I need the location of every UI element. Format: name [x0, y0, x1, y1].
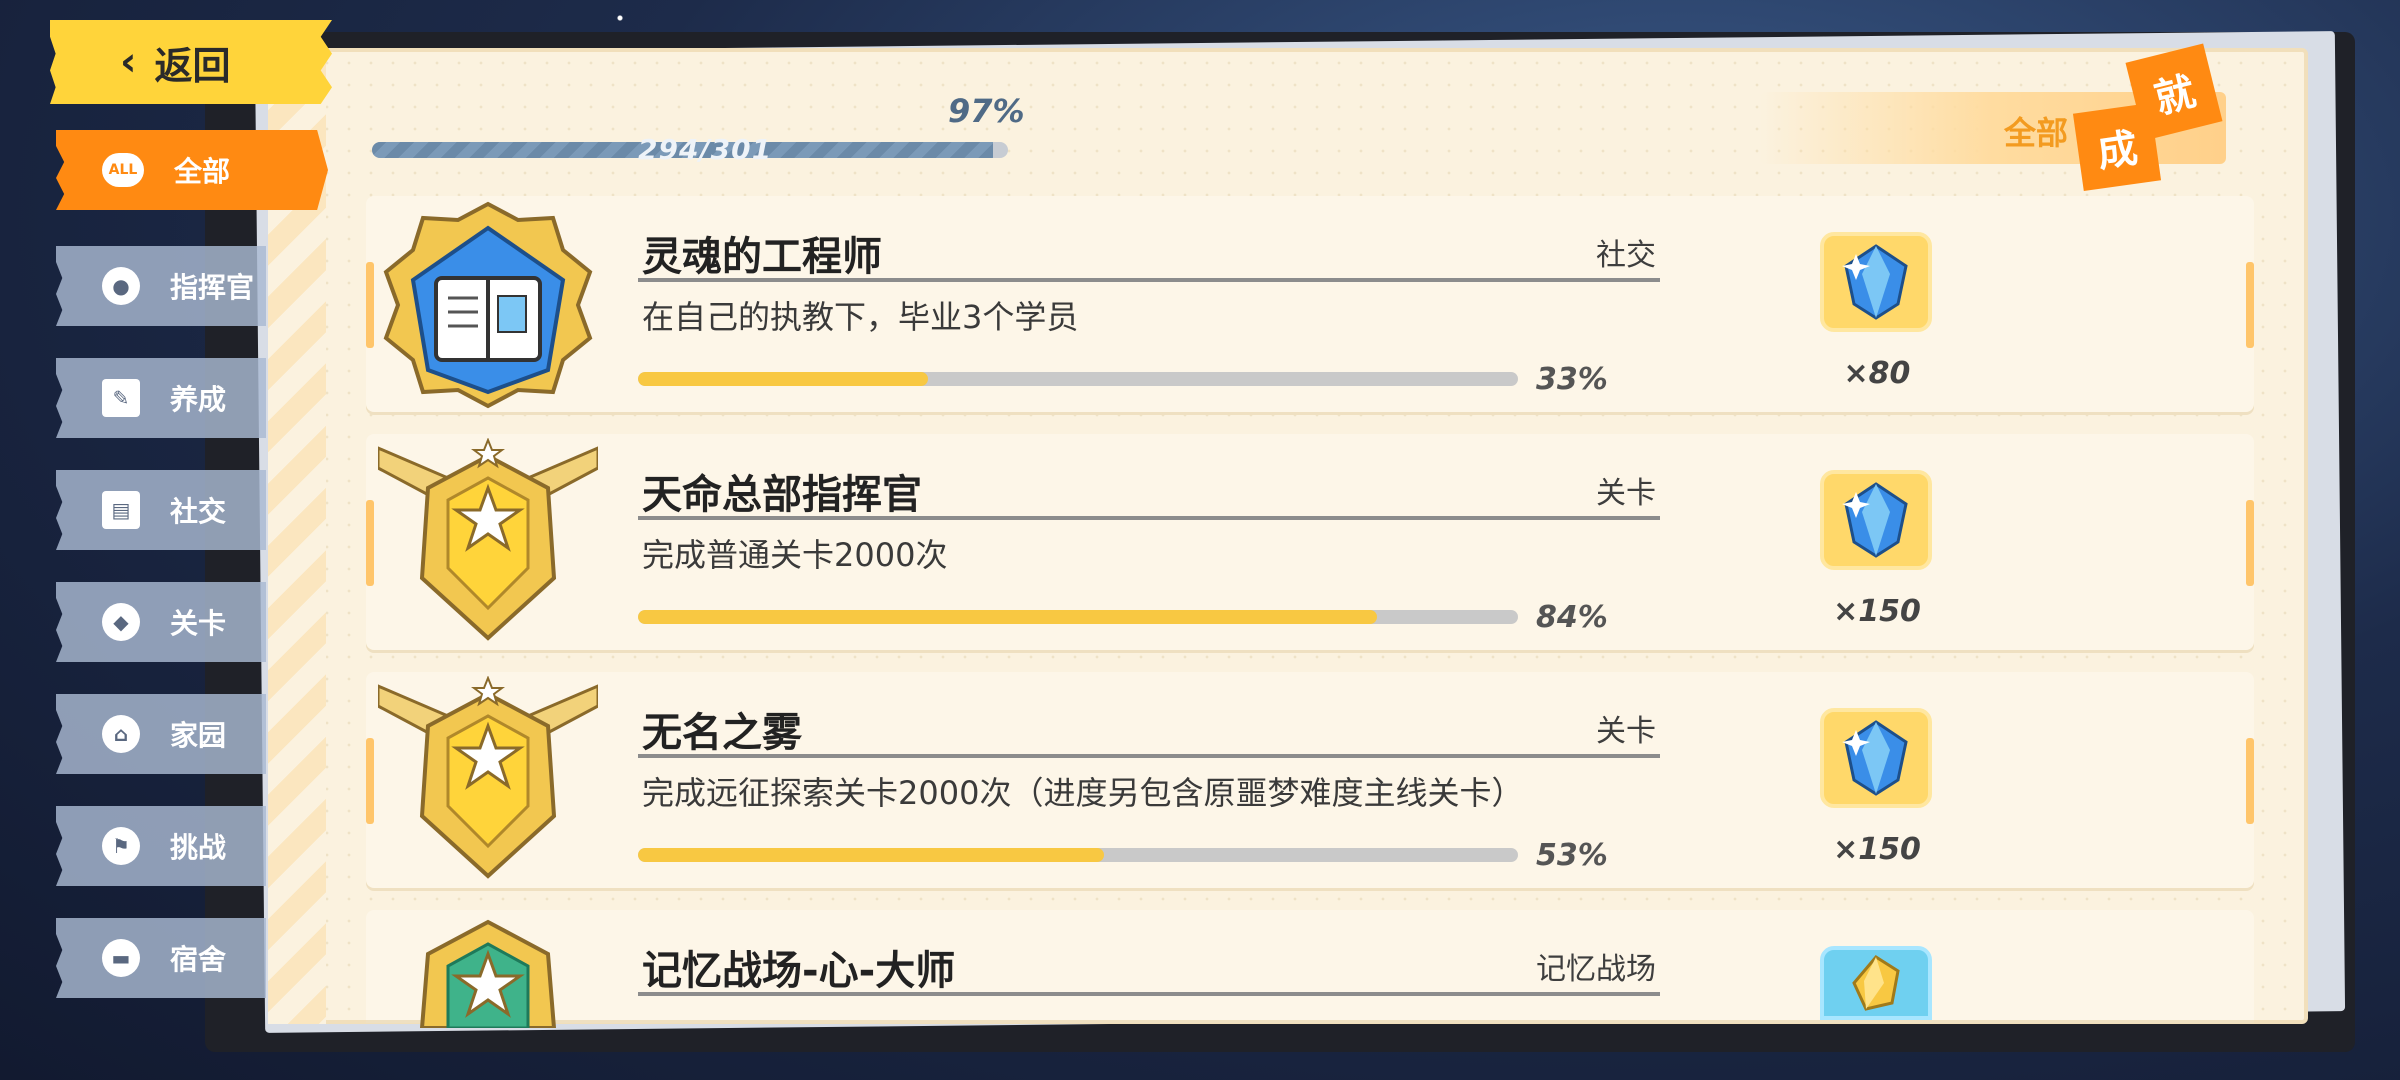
achievement-progress-percent: 53% — [1536, 838, 1608, 873]
card-tab-left — [366, 738, 374, 824]
achievement-description: 完成普通关卡2000次 — [642, 536, 948, 574]
reward-count: ×80 — [1843, 356, 1911, 391]
achievement-progress-percent: 33% — [1536, 362, 1608, 397]
achievement-category: 社交 — [1596, 238, 1656, 273]
sidebar-item-label: 挑战 — [170, 831, 227, 864]
achievement-description: 在自己的执教下，毕业3个学员 — [642, 298, 1079, 336]
achievement-category: 关卡 — [1596, 476, 1656, 511]
achievement-title: 灵魂的工程师 — [642, 234, 882, 280]
card-tab-right — [2246, 738, 2254, 824]
sidebar-item-label: 家园 — [170, 719, 227, 752]
green-star-medal-icon — [419, 919, 557, 1028]
achievement-card[interactable]: 无名之雾 关卡 完成远征探索关卡2000次（进度另包含原噩梦难度主线关卡） 53… — [366, 672, 2254, 888]
overall-progress-count: 294/301 — [638, 133, 773, 166]
achievement-description: 完成远征探索关卡2000次（进度另包含原噩梦难度主线关卡） — [642, 774, 1524, 812]
back-button-label: 返回 — [154, 43, 231, 88]
user-icon: ● — [102, 267, 140, 305]
sidebar-item-stage[interactable]: ◆ 关卡 — [56, 582, 266, 662]
card-icon: ✎ — [102, 379, 140, 417]
achievement-progress-bar — [638, 372, 1518, 386]
id-card-icon: ▤ — [102, 491, 140, 529]
sidebar-item-label: 关卡 — [170, 607, 227, 640]
reward-slot[interactable] — [1820, 946, 1932, 1020]
all-icon: ALL — [102, 153, 144, 187]
sidebar-item-challenge[interactable]: ⚑ 挑战 — [56, 806, 266, 886]
sidebar-item-training[interactable]: ✎ 养成 — [56, 358, 266, 438]
sidebar-item-label: 社交 — [170, 495, 227, 528]
divider — [638, 278, 1660, 282]
card-tab-left — [366, 500, 374, 586]
reward-count: ×150 — [1833, 832, 1921, 867]
sidebar-item-home[interactable]: ⌂ 家园 — [56, 694, 266, 774]
chevron-left-icon: ‹ — [120, 39, 137, 85]
sidebar-item-dorm[interactable]: ▬ 宿舍 — [56, 918, 266, 998]
sidebar-item-all[interactable]: ALL 全部 — [56, 130, 328, 210]
achievement-progress-fill — [638, 610, 1378, 624]
sidebar-item-label: 宿舍 — [170, 943, 227, 976]
card-tab-left — [366, 262, 374, 348]
home-icon: ⌂ — [102, 715, 140, 753]
sidebar-item-label: 指挥官 — [170, 271, 255, 304]
diamond-icon — [1842, 482, 1908, 558]
gold-crystal-icon — [1852, 955, 1900, 1011]
flag-icon: ⚑ — [102, 827, 140, 865]
achievement-title: 天命总部指挥官 — [642, 472, 922, 518]
divider — [638, 516, 1660, 520]
winged-star-medal-icon — [378, 438, 598, 641]
achievement-title: 无名之雾 — [642, 710, 802, 756]
diamond-icon — [1842, 720, 1908, 796]
map-pin-icon: ◆ — [102, 603, 140, 641]
achievement-progress-fill — [638, 372, 929, 386]
reward-slot[interactable] — [1820, 708, 1932, 808]
sidebar-item-commander[interactable]: ● 指挥官 — [56, 246, 266, 326]
achievement-card[interactable]: 灵魂的工程师 社交 在自己的执教下，毕业3个学员 33% ×80 — [366, 196, 2254, 412]
diamond-icon — [1842, 244, 1908, 320]
achievement-card[interactable]: 天命总部指挥官 关卡 完成普通关卡2000次 84% ×150 — [366, 434, 2254, 650]
bed-icon: ▬ — [102, 939, 140, 977]
book-medal-icon — [383, 201, 593, 409]
sidebar-item-label: 全部 — [174, 155, 231, 188]
card-tab-right — [2246, 262, 2254, 348]
achievement-category: 关卡 — [1596, 714, 1656, 749]
divider — [638, 992, 1660, 996]
overall-progress-percent: 97% — [948, 92, 1025, 130]
reward-count: ×150 — [1833, 594, 1921, 629]
achievement-progress-percent: 84% — [1536, 600, 1608, 635]
achievement-category: 记忆战场 — [1536, 952, 1656, 987]
achievement-progress-bar — [638, 848, 1518, 862]
winged-star-medal-icon — [378, 676, 598, 879]
category-filter-label: 全部 — [2004, 114, 2069, 152]
achievement-title: 记忆战场-心-大师 — [642, 948, 956, 994]
reward-slot[interactable] — [1820, 470, 1932, 570]
divider — [638, 754, 1660, 758]
sidebar-item-label: 养成 — [170, 383, 227, 416]
card-tab-right — [2246, 500, 2254, 586]
sidebar-item-social[interactable]: ▤ 社交 — [56, 470, 266, 550]
reward-slot[interactable] — [1820, 232, 1932, 332]
back-button[interactable]: ‹ 返回 — [50, 20, 332, 104]
achievement-progress-bar — [638, 610, 1518, 624]
achievement-card[interactable]: 记忆战场-心-大师 记忆战场 — [366, 910, 2254, 1028]
achievement-progress-fill — [638, 848, 1105, 862]
